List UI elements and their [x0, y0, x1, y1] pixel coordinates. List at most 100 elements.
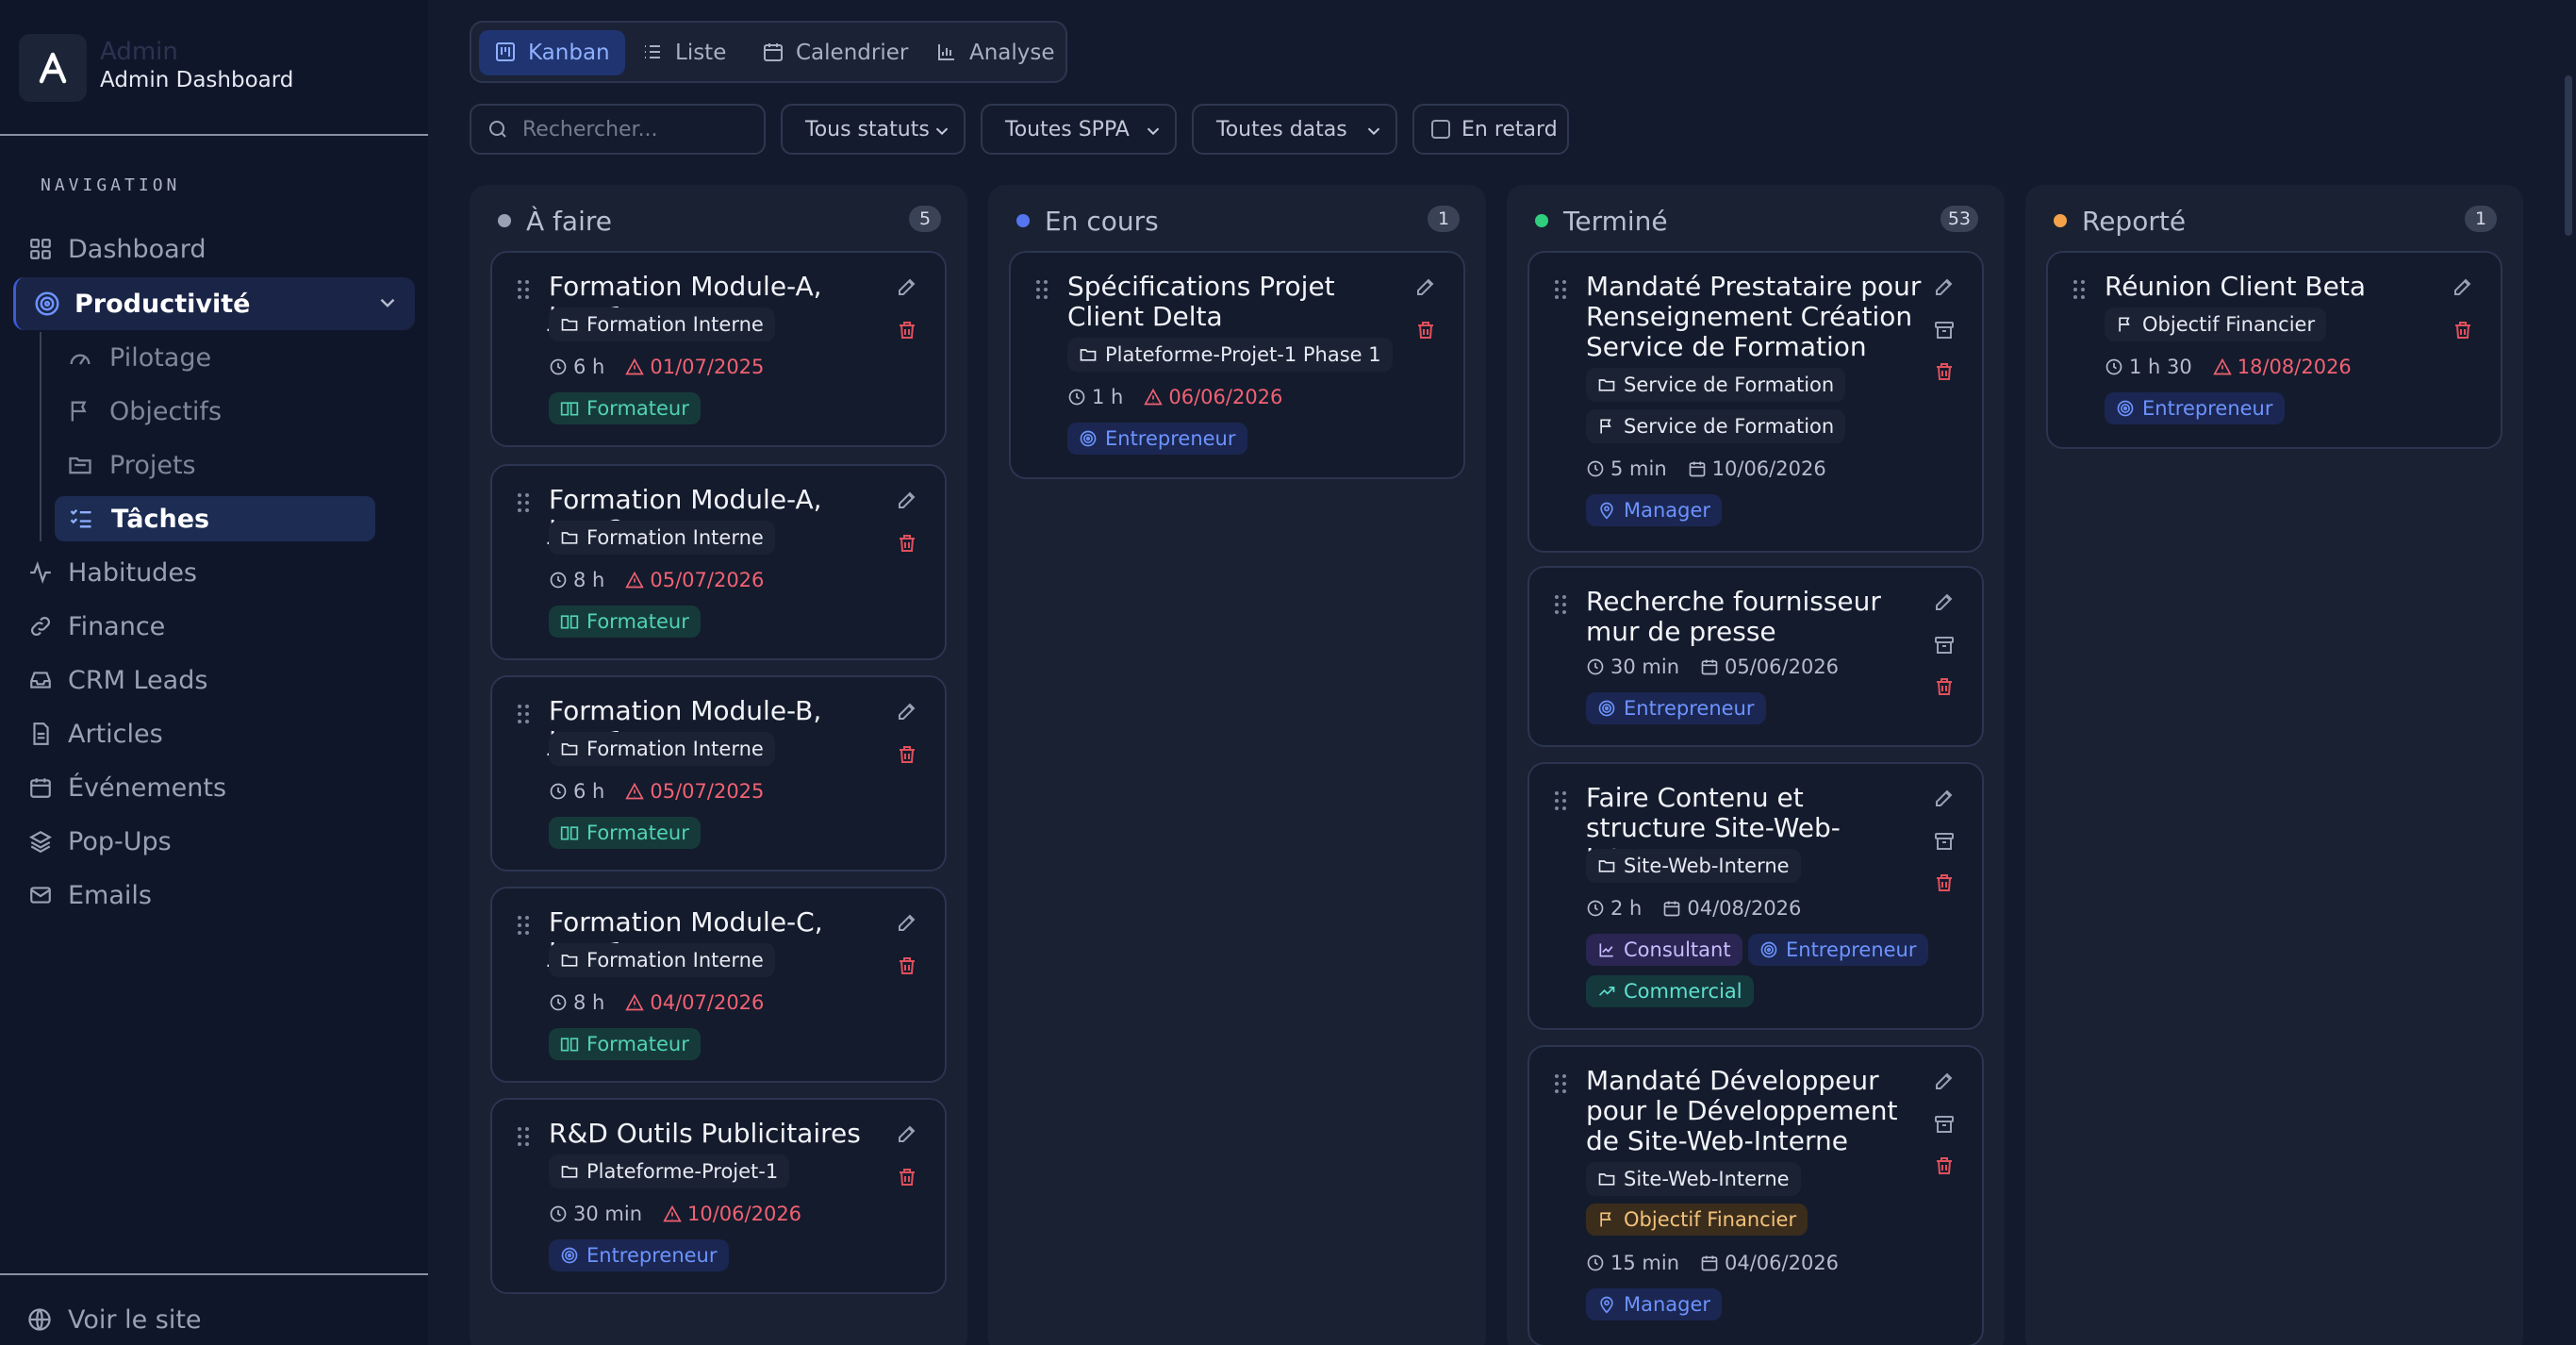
task-duration: 6 h	[573, 780, 605, 803]
sidebar-item-emails[interactable]: Emails	[26, 872, 152, 918]
drag-handle-icon[interactable]	[517, 492, 530, 513]
drag-handle-icon[interactable]	[1554, 279, 1567, 300]
objective-chip[interactable]: Objectif Financier	[2105, 307, 2327, 341]
sidebar-subitem-objectifs[interactable]: Objectifs	[66, 390, 222, 433]
task-card[interactable]: Recherche fournisseur mur de presse 30 m…	[1527, 566, 1984, 747]
project-chip[interactable]: Service de Formation	[1586, 368, 1846, 402]
drag-handle-icon[interactable]	[1554, 1073, 1567, 1094]
sidebar-subitem-pilotage[interactable]: Pilotage	[66, 336, 211, 379]
drag-handle-icon[interactable]	[1035, 279, 1049, 300]
task-card[interactable]: Formation Module-A, Jour-2 Formation Int…	[490, 464, 947, 660]
tab-kanban[interactable]: Kanban	[479, 30, 625, 75]
sidebar-item-evenements[interactable]: Événements	[26, 765, 226, 810]
task-card[interactable]: R&D Outils Publicitaires Plateforme-Proj…	[490, 1098, 947, 1294]
role-tag: Formateur	[549, 817, 701, 849]
task-meta: 1 h 30 18/08/2026	[2105, 353, 2352, 381]
drag-handle-icon[interactable]	[2072, 279, 2086, 300]
trash-icon[interactable]	[2452, 319, 2476, 343]
project-chip[interactable]: Formation Interne	[549, 307, 775, 341]
page-scrollbar[interactable]	[2565, 75, 2572, 236]
target-icon	[2116, 399, 2135, 418]
task-card[interactable]: Réunion Client Beta Objectif Financier 1…	[2046, 251, 2502, 449]
sidebar-subitem-projets[interactable]: Projets	[66, 443, 196, 487]
trash-icon[interactable]	[896, 743, 920, 768]
trash-icon[interactable]	[896, 532, 920, 556]
trash-icon[interactable]	[896, 955, 920, 979]
project-chip[interactable]: Plateforme-Projet-1	[549, 1154, 790, 1188]
trash-icon[interactable]	[896, 1166, 920, 1190]
sidebar-item-label: Pop-Ups	[68, 826, 172, 856]
archive-icon[interactable]	[1933, 319, 1957, 343]
sidebar-item-pop-ups[interactable]: Pop-Ups	[26, 819, 172, 864]
edit-icon[interactable]	[1414, 275, 1439, 300]
task-card[interactable]: Spécifications Projet Client Delta Plate…	[1009, 251, 1465, 479]
task-duration: 6 h	[573, 356, 605, 378]
task-card[interactable]: Formation Module-C, Jour-1 Formation Int…	[490, 887, 947, 1083]
task-duration: 8 h	[573, 569, 605, 591]
chevron-down-icon[interactable]	[375, 291, 400, 315]
sidebar-item-crm-leads[interactable]: CRM Leads	[26, 657, 207, 703]
edit-icon[interactable]	[896, 1122, 920, 1147]
trash-icon[interactable]	[1933, 675, 1957, 700]
archive-icon[interactable]	[1933, 634, 1957, 658]
edit-icon[interactable]	[2452, 275, 2476, 300]
edit-icon[interactable]	[896, 911, 920, 936]
task-card[interactable]: Mandaté Développeur pour le Développemen…	[1527, 1045, 1984, 1345]
trash-icon[interactable]	[1933, 360, 1957, 385]
sidebar-item-articles[interactable]: Articles	[26, 711, 163, 756]
task-due-date: 05/06/2026	[1725, 656, 1840, 678]
archive-icon[interactable]	[1933, 1113, 1957, 1137]
status-filter-select[interactable]: Tous statuts	[781, 104, 966, 155]
tab-liste[interactable]: Liste	[626, 30, 741, 75]
drag-handle-icon[interactable]	[517, 279, 530, 300]
drag-handle-icon[interactable]	[517, 704, 530, 724]
search-input[interactable]: Rechercher...	[470, 104, 766, 155]
column-header: Terminé 53	[1535, 204, 1978, 238]
edit-icon[interactable]	[1933, 1070, 1957, 1094]
trash-icon[interactable]	[1933, 1154, 1957, 1179]
edit-icon[interactable]	[896, 275, 920, 300]
sidebar-subitem-taches[interactable]: Tâches	[55, 496, 375, 541]
sppa-filter-select[interactable]: Toutes SPPA	[981, 104, 1177, 155]
trash-icon[interactable]	[896, 319, 920, 343]
clock-icon	[549, 357, 568, 376]
drag-handle-icon[interactable]	[1554, 594, 1567, 615]
task-card[interactable]: Mandaté Prestataire pour Renseignement C…	[1527, 251, 1984, 553]
archive-icon[interactable]	[1933, 830, 1957, 855]
tab-calendrier[interactable]: Calendrier	[747, 30, 923, 75]
checkbox-square[interactable]	[1431, 120, 1450, 139]
edit-icon[interactable]	[1933, 275, 1957, 300]
status-dot	[2054, 214, 2067, 227]
edit-icon[interactable]	[1933, 590, 1957, 615]
drag-handle-icon[interactable]	[1554, 790, 1567, 811]
app-logo[interactable]	[19, 34, 87, 102]
visit-site-link[interactable]: Voir le site	[26, 1305, 202, 1335]
project-chip[interactable]: Site-Web-Interne	[1586, 1162, 1801, 1196]
project-chip[interactable]: Plateforme-Projet-1 Phase 1	[1067, 338, 1393, 372]
project-chip[interactable]: Formation Interne	[549, 943, 775, 977]
pin-icon	[1597, 1295, 1616, 1314]
sidebar-item-habitudes[interactable]: Habitudes	[26, 550, 197, 595]
column-title: En cours	[1045, 205, 1159, 237]
edit-icon[interactable]	[896, 700, 920, 724]
drag-handle-icon[interactable]	[517, 915, 530, 936]
edit-icon[interactable]	[1933, 787, 1957, 811]
project-chip[interactable]: Formation Interne	[549, 521, 775, 555]
late-filter-checkbox[interactable]: En retard	[1412, 104, 1569, 155]
sidebar-item-finance[interactable]: Finance	[26, 604, 165, 649]
task-card[interactable]: Formation Module-B, Jour-1 Formation Int…	[490, 675, 947, 872]
sidebar-item-dashboard[interactable]: Dashboard	[26, 226, 206, 272]
trash-icon[interactable]	[1414, 319, 1439, 343]
project-chip[interactable]: Site-Web-Interne	[1586, 849, 1801, 883]
tab-analyse[interactable]: Analyse	[920, 30, 1070, 75]
objective-chip[interactable]: Service de Formation	[1586, 409, 1846, 443]
task-card[interactable]: Formation Module-A, Jour-1 Formation Int…	[490, 251, 947, 447]
task-card[interactable]: Faire Contenu et structure Site-Web-Inte…	[1527, 762, 1984, 1030]
date-filter-select[interactable]: Toutes datas	[1192, 104, 1397, 155]
drag-handle-icon[interactable]	[517, 1126, 530, 1147]
trash-icon[interactable]	[1933, 872, 1957, 896]
sidebar-item-productivite[interactable]: Productivité	[13, 277, 415, 330]
objective-tag[interactable]: Objectif Financier	[1586, 1204, 1808, 1236]
edit-icon[interactable]	[896, 489, 920, 513]
project-chip[interactable]: Formation Interne	[549, 732, 775, 766]
